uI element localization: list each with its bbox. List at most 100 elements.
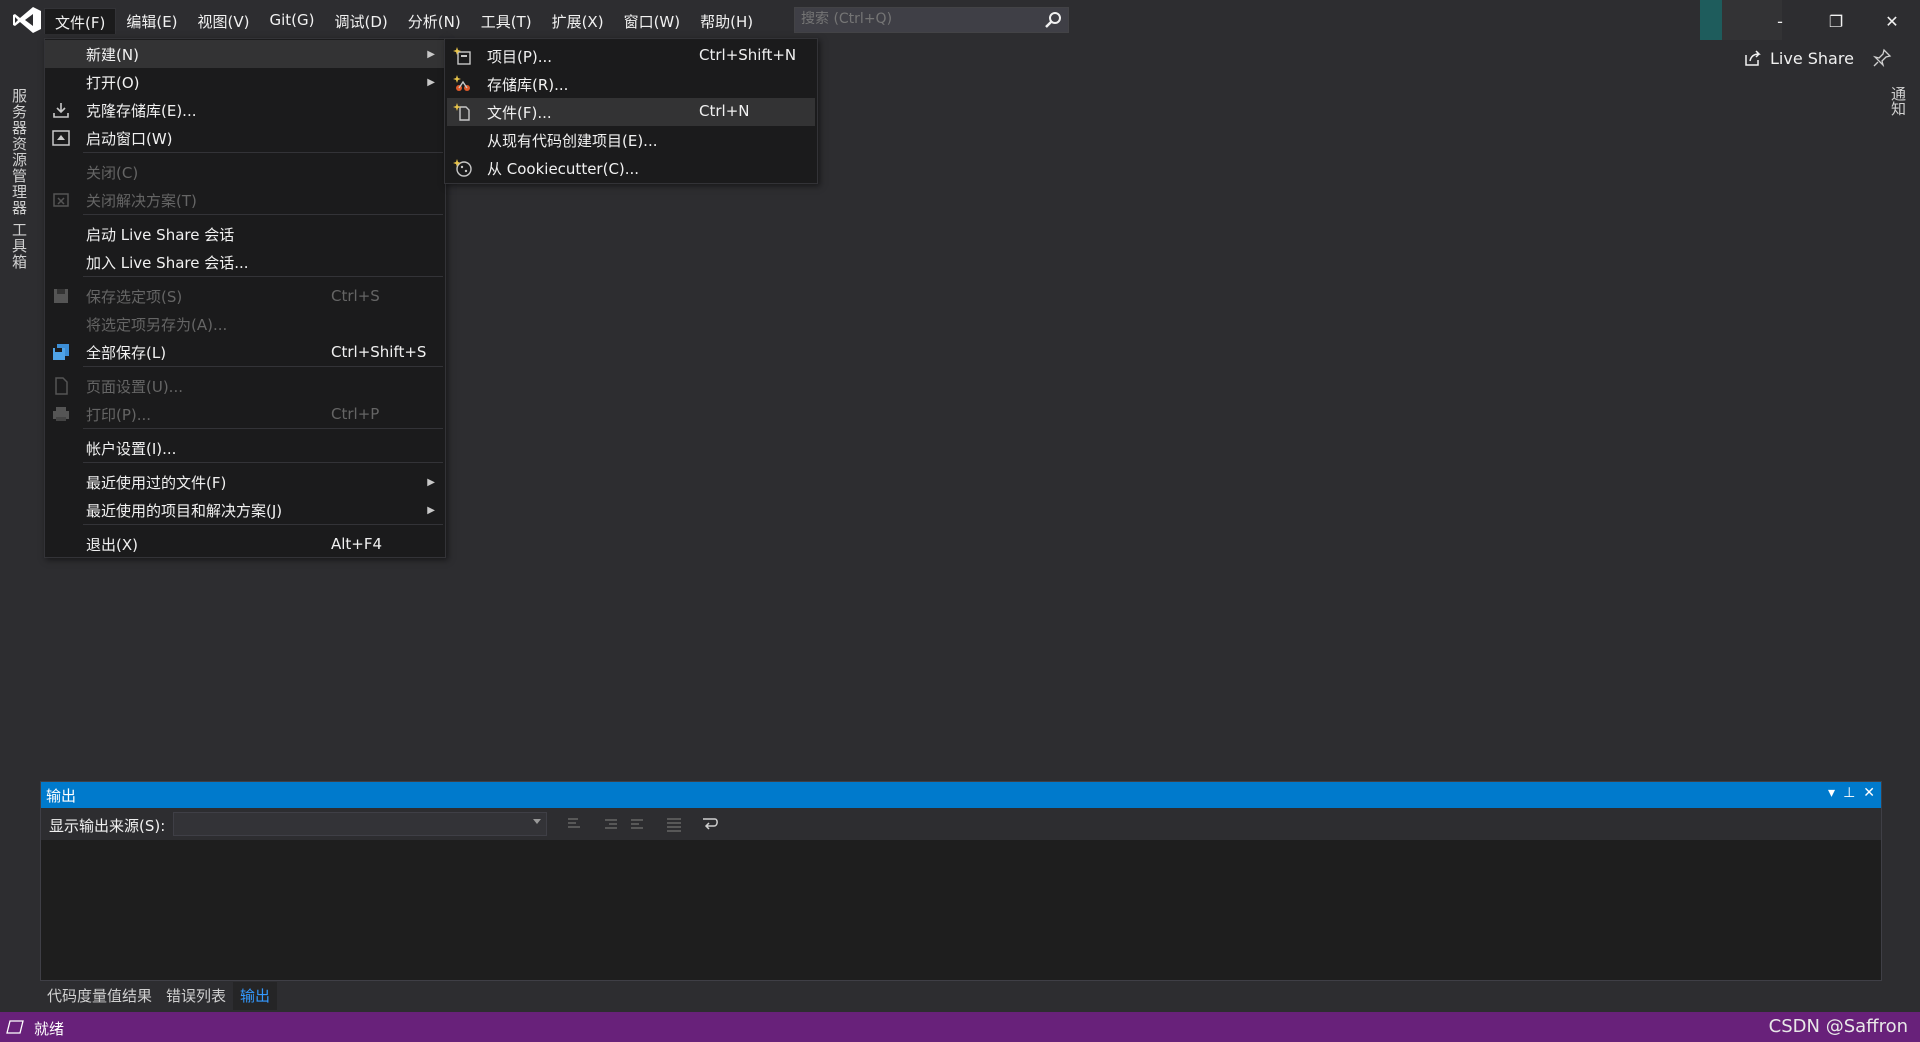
close-icon[interactable]: ✕ [1863,785,1875,801]
new-file-icon [453,103,470,121]
new-submenu-item-file[interactable]: 文件(F)... Ctrl+N [447,98,815,126]
page-setup-icon [55,377,68,395]
output-source-select[interactable] [173,812,547,836]
feedback-icon[interactable] [1872,48,1892,68]
file-menu-item-close-solution[interactable]: 关闭解决方案(T) [45,186,445,214]
tab-code-metrics[interactable]: 代码度量值结果 [40,982,159,1010]
cookiecutter-icon [453,159,472,177]
menu-separator [83,276,443,277]
menu-analyze[interactable]: 分析(N) [398,8,471,34]
menu-file[interactable]: 文件(F) [44,8,117,34]
output-source-label: 显示输出来源(S): [49,817,166,835]
start-window-icon [52,130,70,146]
file-menu-item-save-selected[interactable]: 保存选定项(S) Ctrl+S [45,282,445,310]
output-header: 输出 ▾ ⊥ ✕ [41,782,1881,808]
title-bar: 文件(F) 编辑(E) 视图(V) Git(G) 调试(D) 分析(N) 工具(… [0,0,1920,42]
menu-item-label: 最近使用的项目和解决方案(J) [86,501,283,520]
file-menu-item-open[interactable]: 打开(O) ▶ [45,68,445,96]
file-menu-item-start-live-share[interactable]: 启动 Live Share 会话 [45,220,445,248]
new-submenu-item-from-existing-code[interactable]: 从现有代码创建项目(E)... [447,126,815,154]
menu-help[interactable]: 帮助(H) [690,8,763,34]
menu-item-label: 最近使用过的文件(F) [86,473,227,492]
status-bar: 就绪 CSDN @Saffron [0,1012,1920,1042]
live-share-button[interactable]: Live Share [1744,46,1854,70]
new-submenu-item-cookiecutter[interactable]: 从 Cookiecutter(C)... [447,154,815,182]
restore-button[interactable]: ❐ [1808,0,1864,42]
menu-item-label: 克隆存储库(E)... [86,101,197,120]
menu-item-label: 将选定项另存为(A)... [86,315,228,334]
search-icon[interactable] [1044,11,1062,29]
file-menu-item-save-as[interactable]: 将选定项另存为(A)... [45,310,445,338]
menu-separator [83,152,443,153]
menu-item-label: 存储库(R)... [487,76,569,94]
tab-output[interactable]: 输出 [233,982,278,1010]
menu-item-label: 从现有代码创建项目(E)... [487,132,658,150]
file-menu-item-clone-repo[interactable]: 克隆存储库(E)... [45,96,445,124]
watermark-text: CSDN @Saffron [1768,1016,1908,1037]
menu-debug[interactable]: 调试(D) [325,8,398,34]
tab-notifications[interactable]: 通知 [1888,86,1909,116]
file-menu-item-account-settings[interactable]: 帐户设置(I)... [45,434,445,462]
menu-item-label: 新建(N) [86,45,139,64]
file-menu-item-recent-projects[interactable]: 最近使用的项目和解决方案(J) ▶ [45,496,445,524]
share-icon [1745,50,1761,66]
menu-tools[interactable]: 工具(T) [471,8,542,34]
chevron-down-icon [533,819,541,824]
go-next-icon[interactable] [629,816,647,832]
status-ready-icon [6,1020,24,1034]
clear-all-icon[interactable] [665,816,683,832]
file-menu-item-exit[interactable]: 退出(X) Alt+F4 [45,530,445,558]
go-previous-icon[interactable] [603,816,621,832]
menu-item-label: 打印(P)... [86,405,152,424]
pin-icon[interactable]: ⊥ [1843,785,1855,801]
close-solution-icon [53,193,69,207]
menu-separator [83,214,443,215]
menu-item-shortcut: Ctrl+P [331,405,380,423]
menu-git[interactable]: Git(G) [260,8,325,34]
menu-separator [83,428,443,429]
new-submenu-item-repository[interactable]: 存储库(R)... [447,70,815,98]
file-menu-item-join-live-share[interactable]: 加入 Live Share 会话... [45,248,445,276]
tab-server-explorer[interactable]: 服务器资源管理器 [9,88,30,216]
find-message-icon[interactable] [566,816,584,832]
menu-view[interactable]: 视图(V) [188,8,260,34]
file-menu-item-page-setup[interactable]: 页面设置(U)... [45,372,445,400]
word-wrap-icon[interactable] [701,816,719,832]
file-menu-item-close[interactable]: 关闭(C) [45,158,445,186]
menu-window[interactable]: 窗口(W) [614,8,691,34]
menu-separator [83,366,443,367]
visual-studio-logo-icon[interactable] [12,6,42,34]
dropdown-arrow-icon[interactable]: ▾ [1828,785,1835,801]
file-menu-dropdown: 新建(N) ▶ 打开(O) ▶ 克隆存储库(E)... 启动窗口(W) 关闭(C… [44,38,446,558]
tab-error-list[interactable]: 错误列表 [159,982,233,1010]
minimize-button[interactable]: - [1752,0,1808,42]
menu-item-label: 项目(P)... [487,48,553,66]
menu-item-label: 打开(O) [86,73,140,92]
search-box [794,7,1069,33]
menu-item-label: 关闭解决方案(T) [86,191,197,210]
menu-extensions[interactable]: 扩展(X) [542,8,614,34]
status-text: 就绪 [34,1020,65,1038]
menu-item-shortcut: Alt+F4 [331,535,383,553]
file-menu-item-print[interactable]: 打印(P)... Ctrl+P [45,400,445,428]
menu-item-shortcut: Ctrl+Shift+N [699,46,797,64]
menu-separator [83,462,443,463]
file-menu-item-save-all[interactable]: 全部保存(L) Ctrl+Shift+S [45,338,445,366]
submenu-arrow-icon: ▶ [427,504,435,516]
file-menu-item-new[interactable]: 新建(N) ▶ [45,40,445,68]
close-button[interactable]: ✕ [1864,0,1920,42]
file-menu-item-recent-files[interactable]: 最近使用过的文件(F) ▶ [45,468,445,496]
new-submenu-item-project[interactable]: 项目(P)... Ctrl+Shift+N [447,42,815,70]
menu-item-label: 加入 Live Share 会话... [86,253,249,272]
menu-bar: 文件(F) 编辑(E) 视图(V) Git(G) 调试(D) 分析(N) 工具(… [44,8,763,34]
file-menu-item-start-window[interactable]: 启动窗口(W) [45,124,445,152]
output-title: 输出 [46,787,77,805]
save-all-icon [53,344,69,360]
new-repository-icon [453,75,470,91]
tab-toolbox[interactable]: 工具箱 [9,222,30,270]
menu-edit[interactable]: 编辑(E) [116,8,187,34]
search-input[interactable] [795,8,1035,30]
menu-item-label: 页面设置(U)... [86,377,183,396]
menu-item-label: 文件(F)... [487,104,552,122]
submenu-arrow-icon: ▶ [427,76,435,88]
